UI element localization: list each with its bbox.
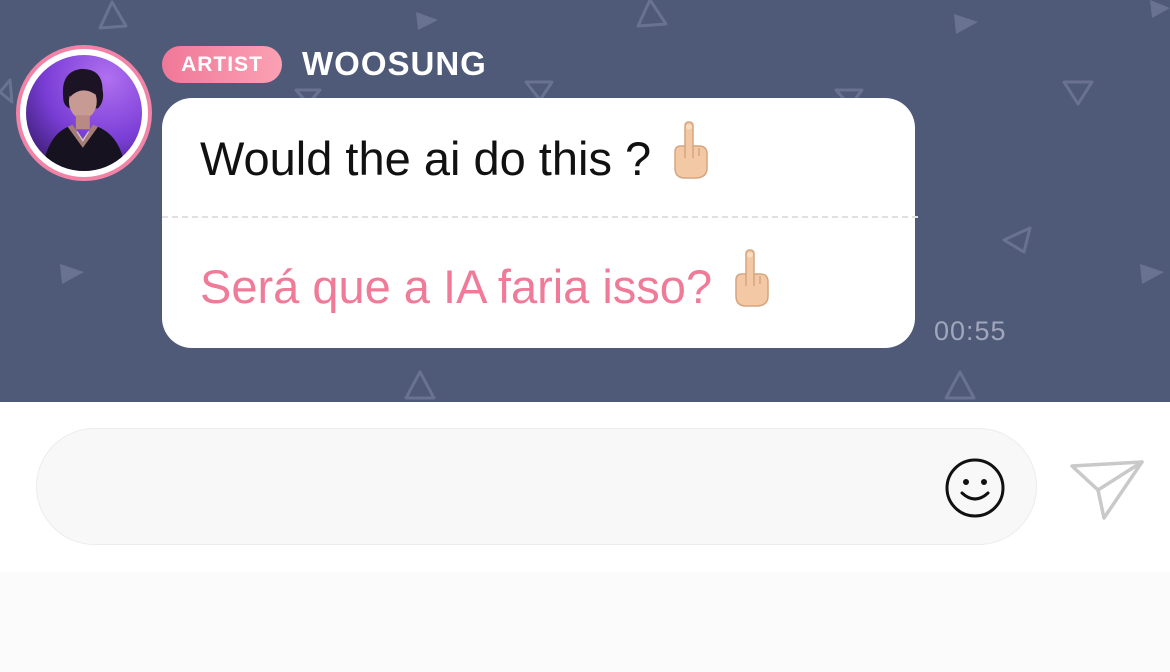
bottom-safe-area [0,572,1170,672]
message-divider [162,216,918,218]
paper-plane-icon[interactable] [1068,456,1146,522]
chat-area: ARTIST WOOSUNG Would the ai do this ? Se… [0,0,1170,402]
message-bubble[interactable]: Would the ai do this ? Será que a IA far… [162,98,918,348]
middle-finger-emoji-icon [732,248,772,325]
artist-badge-label: ARTIST [181,52,263,76]
avatar[interactable] [16,45,152,181]
middle-finger-emoji-icon [671,120,711,197]
message-translation-text: Será que a IA faria isso? [200,259,713,313]
avatar-photo [26,55,142,171]
person-photo [26,55,142,171]
message-original-text: Would the ai do this ? [200,131,652,185]
sender-name[interactable]: WOOSUNG [302,44,487,84]
artist-badge: ARTIST [162,46,282,83]
smiley-face-icon[interactable] [944,457,1006,519]
message-input[interactable] [36,428,1037,545]
message-translation: Será que a IA faria isso? [200,249,772,318]
message-timestamp: 00:55 [934,316,1007,346]
message-original: Would the ai do this ? [200,121,711,190]
composer-bar [0,402,1170,572]
